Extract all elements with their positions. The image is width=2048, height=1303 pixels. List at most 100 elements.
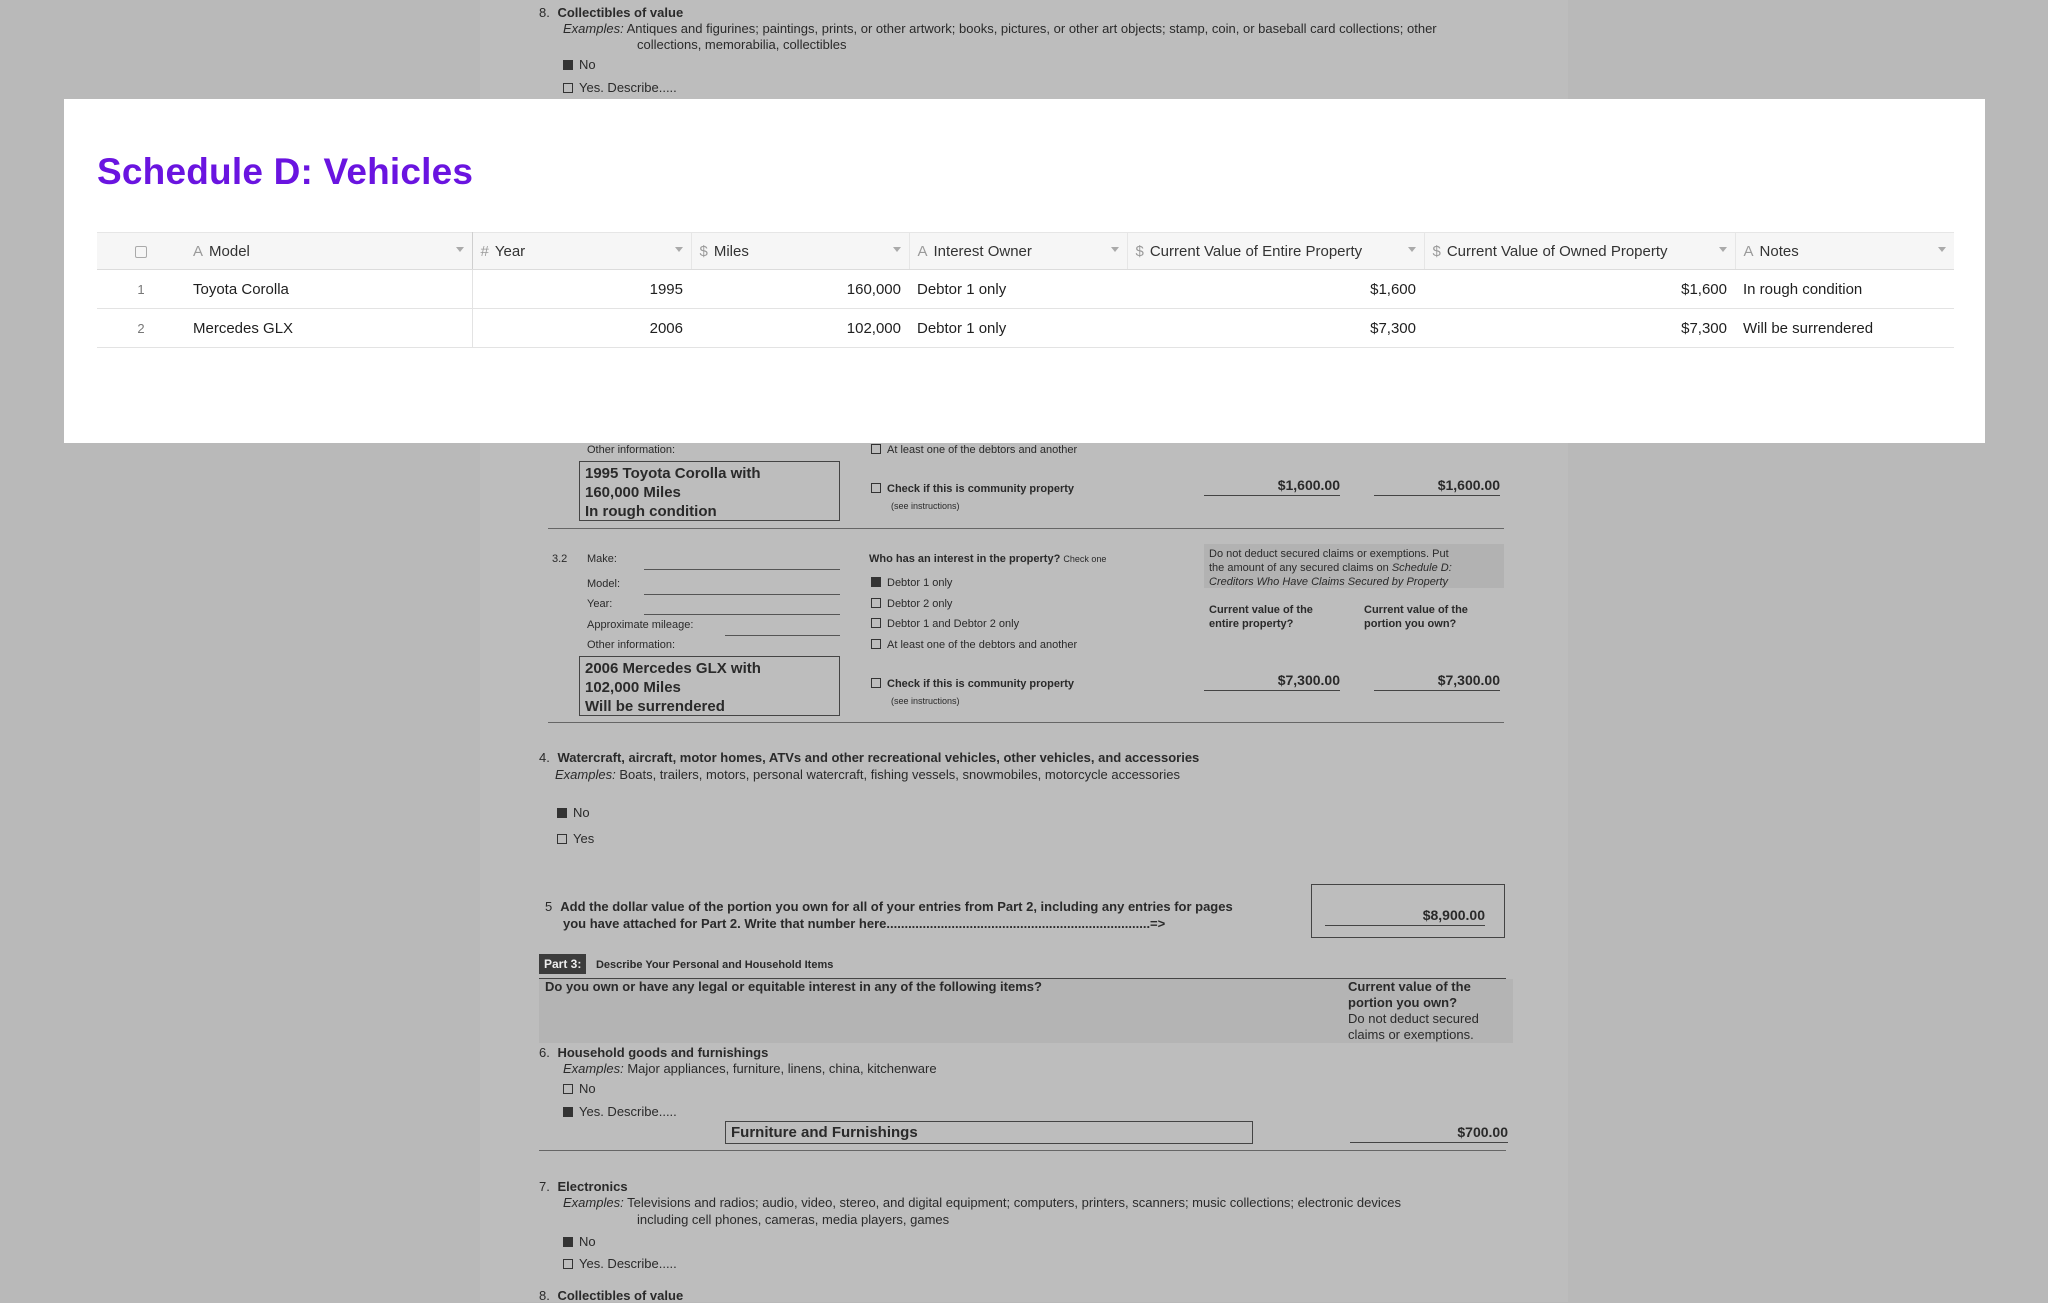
cell-value-entire[interactable]: $1,600	[1127, 269, 1424, 309]
chevron-down-icon[interactable]	[1718, 247, 1727, 252]
cell-year[interactable]: 1995	[472, 269, 691, 309]
info-line: 102,000 Miles	[585, 679, 681, 696]
mileage-field	[725, 619, 840, 636]
option-label: No	[579, 57, 596, 72]
item5-line: 5 Add the dollar value of the portion you…	[545, 898, 1233, 915]
chevron-down-icon[interactable]	[1110, 247, 1119, 252]
secured-claims-note: Do not deduct secured claims or exemptio…	[1204, 544, 1504, 588]
item5-text: 5 Add the dollar value of the portion you…	[545, 898, 1233, 932]
heading-line: portion you own?	[1364, 618, 1457, 630]
column-header-value-entire[interactable]: $ Current Value of Entire Property	[1127, 232, 1425, 270]
info-line: 160,000 Miles	[585, 484, 681, 501]
column-header-notes[interactable]: A Notes	[1735, 232, 1954, 270]
note-line: Creditors Who Have Claims Secured by Pro…	[1209, 575, 1499, 589]
checkbox-unchecked	[563, 83, 573, 93]
row-index: 1	[97, 269, 185, 309]
cell-notes[interactable]: In rough condition	[1735, 269, 1954, 309]
see-instructions: (see instructions)	[891, 501, 960, 511]
model-field	[644, 578, 840, 595]
value-entire: $1,600.00	[1204, 477, 1340, 496]
examples-text: Major appliances, furniture, linens, chi…	[627, 1061, 937, 1076]
cell-miles[interactable]: 160,000	[691, 269, 909, 309]
checkbox-unchecked	[871, 483, 881, 493]
heading-line: entire property?	[1209, 618, 1294, 630]
examples-text-cont: including cell phones, cameras, media pl…	[637, 1212, 950, 1227]
column-label: Interest Owner	[933, 242, 1032, 260]
examples-text: Antiques and figurines; paintings, print…	[626, 21, 1437, 36]
cell-interest-owner[interactable]: Debtor 1 only	[909, 269, 1127, 309]
item8-heading: 8. Collectibles of value	[539, 5, 683, 20]
currency-field-icon: $	[699, 242, 708, 260]
table-row[interactable]: 2 Mercedes GLX 2006 102,000 Debtor 1 onl…	[97, 308, 1954, 348]
chevron-down-icon[interactable]	[674, 247, 683, 252]
examples-label: Examples:	[563, 1061, 624, 1076]
item7-no-option: No	[563, 1234, 596, 1249]
divider	[539, 1150, 1506, 1151]
cv-entire-heading: Current value of the entire property?	[1209, 603, 1313, 631]
item6-no-option: No	[563, 1081, 596, 1096]
item7-examples: Examples: Televisions and radios; audio,…	[563, 1195, 1523, 1210]
checkbox-unchecked	[871, 639, 881, 649]
column-header-interest-owner[interactable]: A Interest Owner	[909, 232, 1128, 270]
cell-interest-owner[interactable]: Debtor 1 only	[909, 308, 1127, 348]
checkbox-unchecked	[871, 618, 881, 628]
item6-value: $700.00	[1350, 1124, 1508, 1143]
checkbox-unchecked	[563, 1084, 573, 1094]
item-number: 8.	[539, 5, 550, 20]
chevron-down-icon[interactable]	[892, 247, 901, 252]
column-header-miles[interactable]: $ Miles	[691, 232, 910, 270]
item8-yes-option: Yes. Describe.....	[563, 80, 677, 95]
select-all-header[interactable]	[97, 232, 185, 270]
who-has-interest: Who has an interest in the property? Che…	[869, 553, 1106, 565]
other-info-label: Other information:	[587, 639, 676, 651]
cell-value-owned[interactable]: $1,600	[1424, 269, 1735, 309]
option-label: Yes	[573, 831, 595, 846]
column-header-year[interactable]: # Year	[472, 232, 692, 270]
column-header-value-owned[interactable]: $ Current Value of Owned Property	[1424, 232, 1736, 270]
column-header-model[interactable]: A Model	[185, 232, 473, 270]
cell-model[interactable]: Mercedes GLX	[185, 308, 473, 348]
column-label: Current Value of Owned Property	[1446, 242, 1668, 260]
item7-yes-option: Yes. Describe.....	[563, 1256, 677, 1271]
note-text: the amount of any secured claims on	[1209, 562, 1392, 574]
row-index: 2	[97, 308, 185, 348]
schedule-card: Schedule D: Vehicles A Model # Year $ Miles…	[64, 99, 1985, 443]
cell-value-owned[interactable]: $7,300	[1424, 308, 1735, 348]
chevron-down-icon[interactable]	[455, 247, 464, 252]
checkbox-checked	[563, 60, 573, 70]
option-label: No	[579, 1081, 596, 1096]
option-label: No	[573, 805, 590, 820]
heading-line: Current value of the	[1364, 604, 1468, 616]
table-row[interactable]: 1 Toyota Corolla 1995 160,000 Debtor 1 o…	[97, 269, 1954, 309]
item4-no-option: No	[557, 805, 590, 820]
examples-text: Televisions and radios; audio, video, st…	[627, 1195, 1401, 1210]
card-title: Schedule D: Vehicles	[97, 151, 474, 192]
cell-year[interactable]: 2006	[472, 308, 691, 348]
option-label: Check if this is community property	[887, 483, 1075, 495]
option-label: Debtor 1 and Debtor 2 only	[887, 618, 1020, 630]
cell-notes[interactable]: Will be surrendered	[1735, 308, 1954, 348]
item-title: Watercraft, aircraft, motor homes, ATVs …	[557, 750, 1200, 765]
cell-value-entire[interactable]: $7,300	[1127, 308, 1424, 348]
item7-heading: 7. Electronics	[539, 1179, 628, 1194]
item-number: 3.2	[552, 553, 568, 565]
option-at-least-one: At least one of the debtors and another	[871, 639, 1077, 651]
examples-label: Examples:	[563, 21, 624, 36]
cell-model[interactable]: Toyota Corolla	[185, 269, 473, 309]
mileage-label: Approximate mileage:	[587, 619, 694, 631]
option-label: At least one of the debtors and another	[887, 639, 1078, 651]
cell-miles[interactable]: 102,000	[691, 308, 909, 348]
column-label: Year	[494, 242, 526, 260]
checkbox-unchecked	[557, 834, 567, 844]
chevron-down-icon[interactable]	[1407, 247, 1416, 252]
examples-label: Examples:	[563, 1195, 624, 1210]
select-all-checkbox[interactable]	[135, 245, 147, 258]
chevron-down-icon[interactable]	[1938, 247, 1946, 252]
heading-line: portion you own?	[1348, 995, 1458, 1010]
column-label: Miles	[713, 242, 749, 260]
item-number: 8.	[539, 1288, 550, 1303]
checkbox-checked	[563, 1237, 573, 1247]
option-label: Yes. Describe.....	[579, 1256, 677, 1271]
item6-heading: 6. Household goods and furnishings	[539, 1045, 768, 1060]
part3-cv-heading: Current value of the portion you own? Do…	[1348, 979, 1479, 1043]
